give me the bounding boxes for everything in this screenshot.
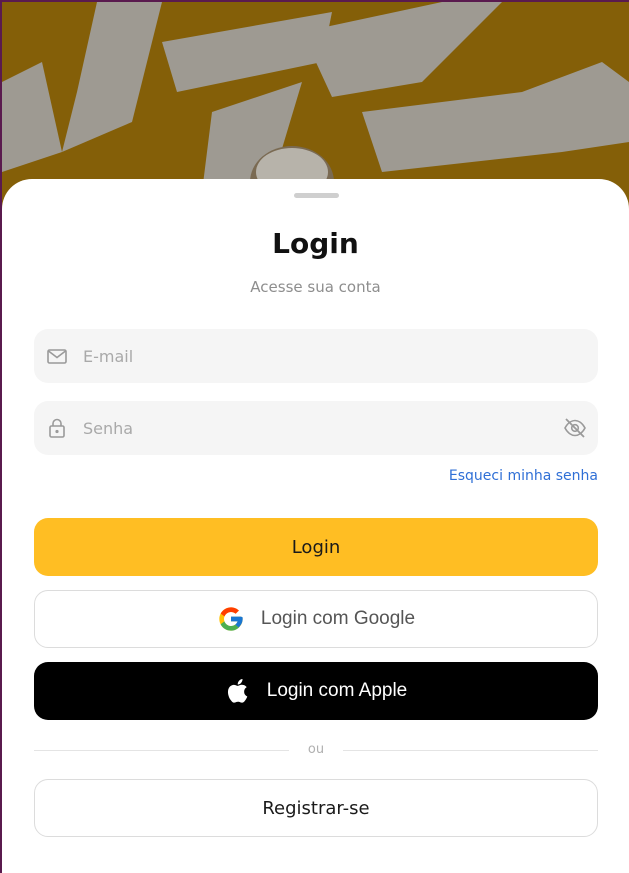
login-sheet: Login Acesse sua conta E-mail Esqueci mi… [2, 179, 629, 873]
eye-off-icon[interactable] [563, 417, 587, 439]
or-divider: ou [34, 741, 598, 761]
google-button-label: Login com Google [260, 608, 416, 629]
page-title: Login [272, 227, 359, 260]
apple-login-button[interactable]: Login com Apple [34, 662, 598, 720]
password-input[interactable] [83, 401, 543, 455]
forgot-password-link[interactable]: Esqueci minha senha [449, 468, 598, 484]
apple-button-label: Login com Apple [266, 680, 408, 701]
register-button-label: Registrar-se [262, 797, 370, 819]
email-input[interactable] [83, 329, 543, 383]
google-login-button[interactable]: Login com Google [34, 590, 598, 648]
password-field[interactable] [34, 401, 598, 455]
sheet-grabber-handle[interactable] [294, 193, 339, 198]
mail-icon [46, 345, 68, 367]
google-icon [217, 605, 245, 633]
page-subtitle: Acesse sua conta [250, 278, 381, 296]
lock-icon [46, 417, 68, 439]
register-button[interactable]: Registrar-se [34, 779, 598, 837]
divider-line-right [343, 750, 598, 751]
login-button[interactable]: Login [34, 518, 598, 576]
login-button-label: Login [291, 536, 341, 558]
email-field[interactable] [34, 329, 598, 383]
apple-icon [225, 677, 253, 705]
app-frame: Login Acesse sua conta E-mail Esqueci mi… [2, 2, 629, 873]
